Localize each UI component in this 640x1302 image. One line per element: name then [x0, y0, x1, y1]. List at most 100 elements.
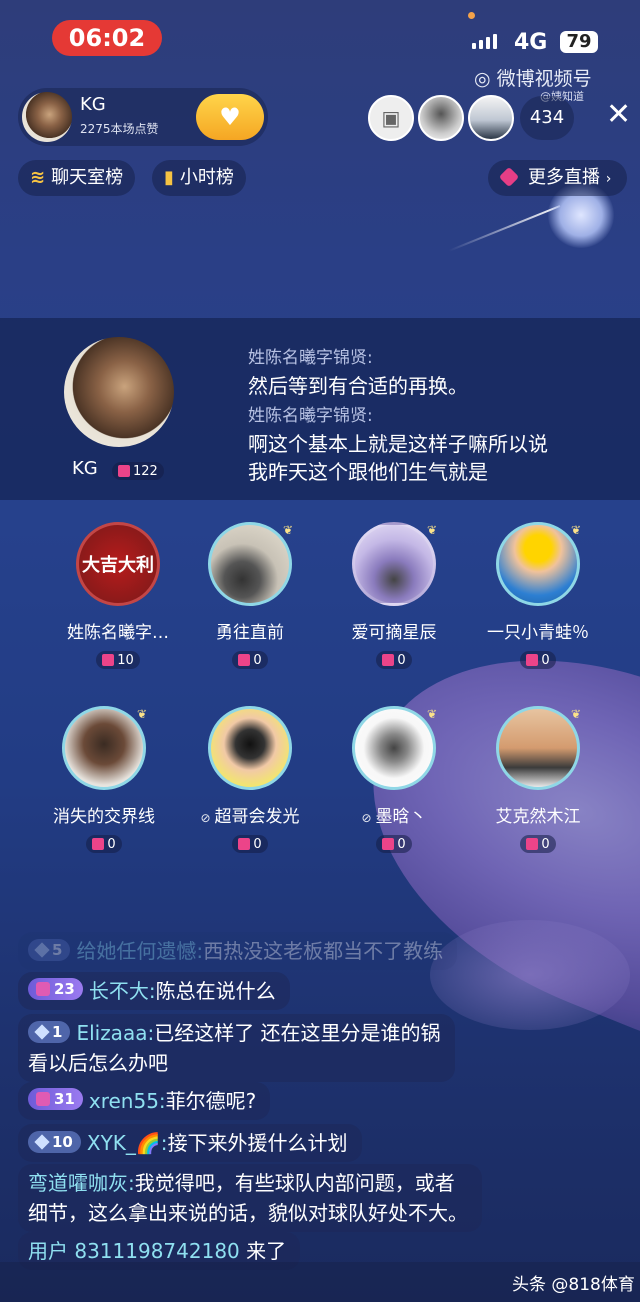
- chat-username[interactable]: 用户 8311198742180: [28, 1239, 240, 1263]
- level-number: 1: [52, 1023, 63, 1041]
- seat-name: 勇往直前: [216, 623, 284, 643]
- chat-message[interactable]: 1 Elizaaa:已经这样了 还在这里分是谁的锅 看以后怎么办吧: [18, 1014, 455, 1082]
- chat-username[interactable]: XYK_🌈:: [87, 1131, 168, 1155]
- hourly-rank-label: 小时榜: [179, 167, 234, 188]
- seat-name: 墨晗丶: [375, 807, 427, 827]
- seat-name: 姓陈名曦字…: [67, 623, 169, 643]
- chat-username[interactable]: 弯道嚯咖灰:: [28, 1171, 135, 1195]
- status-time: 06:02: [52, 20, 162, 56]
- chat-username[interactable]: 给她任何遗憾:: [76, 939, 203, 963]
- seat-gift-badge: 0: [232, 651, 268, 669]
- seat-name: 一只小青蛙％: [487, 623, 589, 643]
- camera-icon: ▣: [381, 106, 401, 130]
- seat-gift-badge: 10: [96, 651, 140, 669]
- user-level-badge: 31: [28, 1088, 83, 1110]
- viewer-count[interactable]: 434: [520, 96, 574, 140]
- seat-avatar: ❦: [208, 522, 293, 606]
- host-large-avatar[interactable]: [64, 337, 174, 447]
- gift-icon: [118, 465, 130, 477]
- host-gift-badge: 122: [112, 462, 164, 480]
- mic-seat-3[interactable]: ❦ 爱可摘星辰 0: [324, 522, 464, 670]
- mic-seat-7[interactable]: ❦ ⊘ 墨晗丶 0: [324, 706, 464, 854]
- seat-badge-count: 0: [397, 652, 406, 668]
- seat-name-row: ⊘ 墨晗丶: [324, 802, 464, 827]
- mic-seat-5[interactable]: ❦ 消失的交界线 0: [34, 706, 174, 854]
- gift-icon: [526, 838, 539, 850]
- shooting-star-decor: [448, 205, 561, 252]
- chat-text: 菲尔德呢?: [165, 1089, 257, 1113]
- mic-seat-6[interactable]: ⊘ 超哥会发光 0: [180, 706, 320, 854]
- close-icon[interactable]: ✕: [606, 100, 631, 130]
- chat-username[interactable]: 长不大:: [89, 979, 156, 1003]
- gift-icon: [526, 654, 539, 666]
- wing-icon: ❦: [282, 523, 293, 537]
- seat-gift-badge: 0: [376, 651, 412, 669]
- panel-msg-name-1: 姓陈名曦字锦贤:: [248, 348, 373, 368]
- seat-gift-badge: 0: [520, 835, 556, 853]
- weibo-watermark: ◎ 微博视频号: [474, 64, 592, 91]
- panel-msg-text-1: 然后等到有合适的再换。: [248, 374, 468, 398]
- host-likes: 2275本场点赞: [80, 122, 159, 136]
- user-level-badge: 5: [28, 939, 71, 961]
- gift-icon: [92, 838, 105, 850]
- panel-msg-name-2: 姓陈名曦字锦贤:: [248, 406, 373, 426]
- diamond-icon: [34, 1024, 50, 1040]
- battery-icon: 79: [560, 31, 598, 53]
- wing-icon: ❦: [426, 707, 437, 721]
- hourly-rank-button[interactable]: ▮ 小时榜: [152, 160, 246, 196]
- host-panel-name: KG: [72, 458, 98, 479]
- seat-badge-count: 0: [541, 652, 550, 668]
- mic-muted-icon: ⊘: [361, 811, 372, 825]
- source-watermark: 头条 @818体育: [512, 1275, 635, 1295]
- panel-msg-text-2: 啊这个基本上就是这样子嘛所以说: [248, 432, 548, 456]
- wing-icon: ❦: [570, 523, 581, 537]
- seat-gift-badge: 0: [520, 651, 556, 669]
- decor-dot: [468, 12, 475, 19]
- chat-text: 接下来外援什么计划: [167, 1131, 348, 1155]
- seat-badge-count: 0: [541, 836, 550, 852]
- chat-message[interactable]: 23 长不大:陈总在说什么: [18, 972, 290, 1010]
- seat-avatar: ❦: [352, 706, 437, 790]
- chat-text-line2: 看以后怎么办吧: [28, 1051, 168, 1075]
- chat-username[interactable]: xren55:: [89, 1089, 166, 1113]
- seat-name-row: ⊘ 超哥会发光: [180, 802, 320, 827]
- viewer-avatar-3[interactable]: [468, 95, 514, 141]
- chat-text-line2: 细节，这么拿出来说的话，貌似对球队好处不大。: [28, 1201, 468, 1225]
- chat-message[interactable]: 10 XYK_🌈:接下来外援什么计划: [18, 1124, 362, 1162]
- level-number: 31: [54, 1090, 75, 1108]
- chatroom-rank-button[interactable]: ≋ 聊天室榜: [18, 160, 136, 196]
- seat-badge-count: 0: [107, 836, 116, 852]
- mic-seat-1[interactable]: 大吉大利 姓陈名曦字… 10: [48, 522, 188, 670]
- chat-message[interactable]: 弯道嚯咖灰:我觉得吧，有些球队内部问题，或者 细节，这么拿出来说的话，貌似对球队好…: [18, 1164, 482, 1232]
- seat-badge-count: 0: [253, 836, 262, 852]
- viewer-avatar-2[interactable]: [418, 95, 464, 141]
- seat-name: 超哥会发光: [214, 807, 300, 827]
- level-number: 10: [52, 1133, 73, 1151]
- level-number: 5: [52, 941, 63, 959]
- seat-badge-count: 10: [117, 652, 134, 668]
- more-live-button[interactable]: 更多直播 ›: [488, 160, 628, 196]
- seat-avatar-text: 大吉大利: [82, 555, 154, 576]
- seat-gift-badge: 0: [376, 835, 412, 853]
- gift-icon: [238, 838, 251, 850]
- seat-badge-count: 0: [253, 652, 262, 668]
- chat-text: 西热没这老板都当不了教练: [203, 939, 444, 963]
- chat-text: 来了: [246, 1239, 287, 1263]
- seat-avatar: ❦: [62, 706, 147, 790]
- viewer-avatar-1[interactable]: ▣: [368, 95, 414, 141]
- mic-seat-4[interactable]: ❦ 一只小青蛙％ 0: [468, 522, 608, 670]
- follow-heart-button[interactable]: ♥: [196, 94, 264, 140]
- chat-username[interactable]: Elizaaa:: [76, 1021, 154, 1045]
- mic-seat-2[interactable]: ❦ 勇往直前 0: [180, 522, 320, 670]
- network-label: 4G: [514, 30, 548, 55]
- host-avatar[interactable]: [22, 92, 72, 142]
- chat-message[interactable]: 5 给她任何遗憾:西热没这老板都当不了教练: [18, 932, 458, 970]
- whale-tail-illustration: [430, 920, 630, 1030]
- live-gem-icon: [498, 166, 520, 188]
- host-badge-count: 122: [133, 463, 158, 479]
- chat-message[interactable]: 31 xren55:菲尔德呢?: [18, 1082, 271, 1120]
- chat-text: 陈总在说什么: [155, 979, 276, 1003]
- mic-seat-8[interactable]: ❦ 艾克然木江 0: [468, 706, 608, 854]
- diamond-icon: [34, 942, 50, 958]
- panel-msg-text-3: 我昨天这个跟他们生气就是: [248, 460, 488, 484]
